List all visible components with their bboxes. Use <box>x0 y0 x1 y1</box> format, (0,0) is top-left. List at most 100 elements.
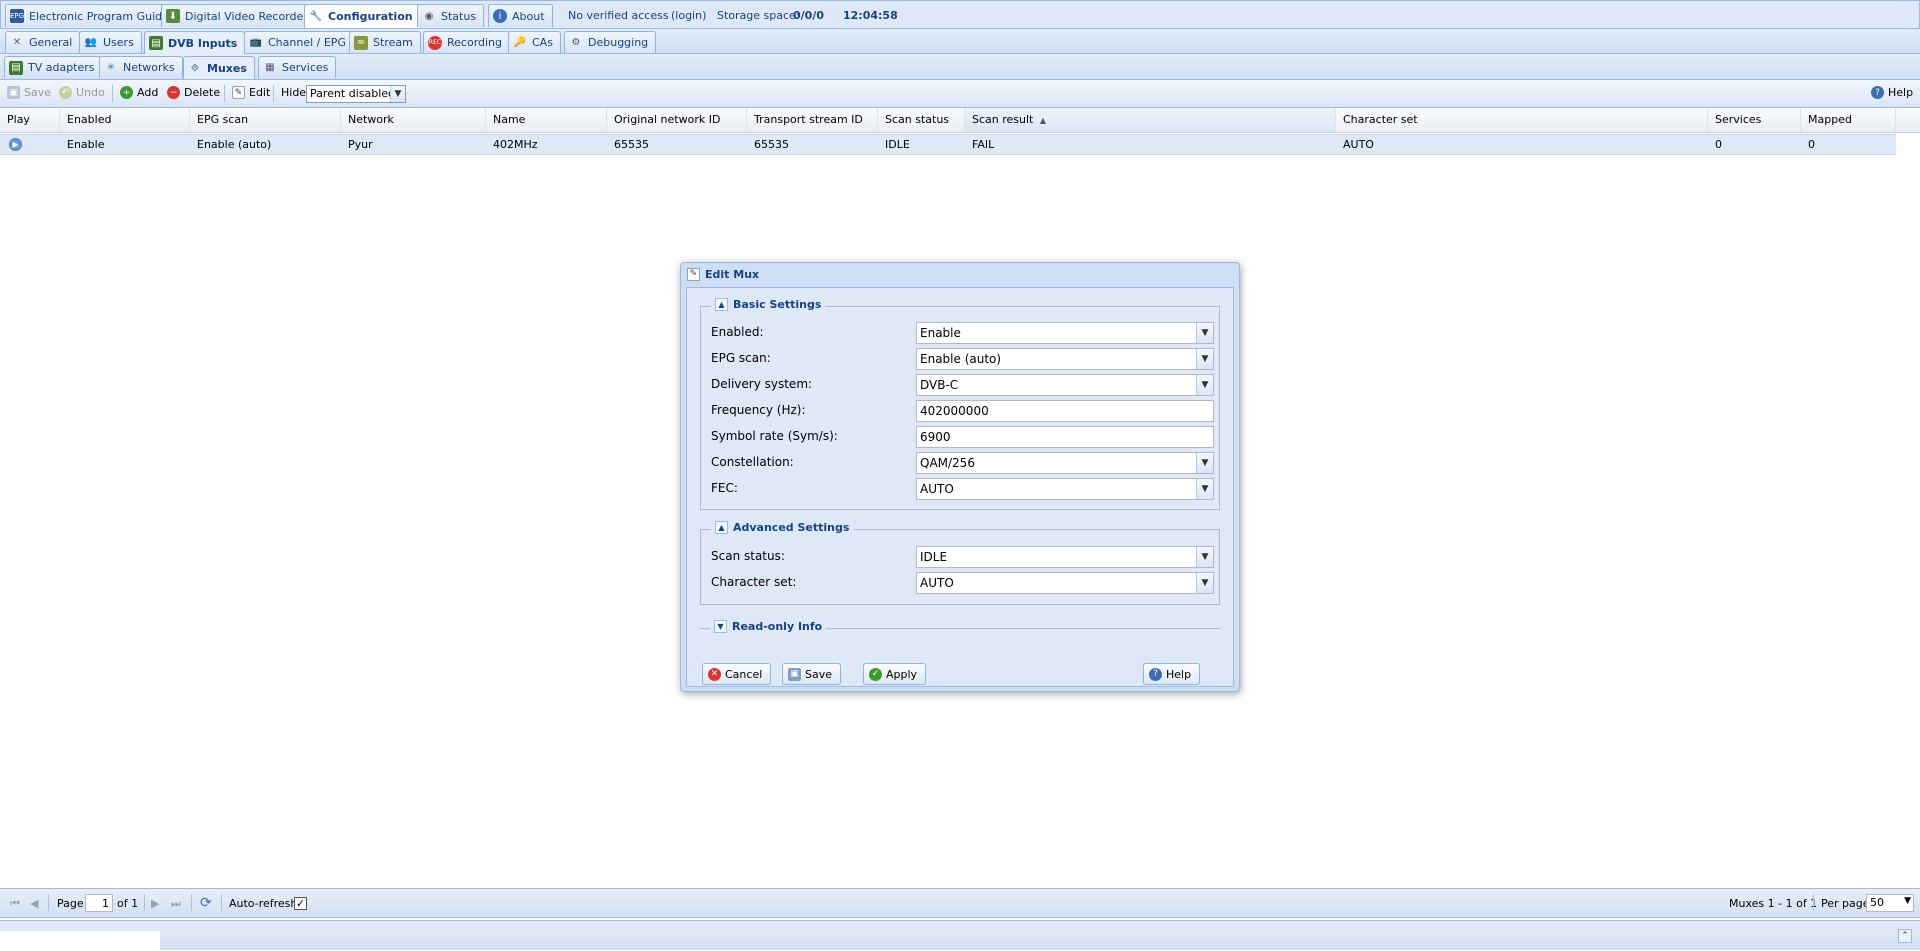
tab-stream[interactable]: ≈ Stream <box>349 31 421 53</box>
tab-dvb-inputs[interactable]: ▤ DVB Inputs <box>144 31 246 54</box>
add-button[interactable]: + Add <box>120 86 158 99</box>
tab-about[interactable]: i About <box>488 4 553 27</box>
cell-original-network-id: 65535 <box>614 138 649 151</box>
cancel-icon: ✕ <box>708 667 721 681</box>
cancel-button[interactable]: ✕ Cancel <box>702 663 772 685</box>
readonly-info-legend[interactable]: ▼ Read-only Info <box>710 620 827 633</box>
column-header-original-network-id[interactable]: Original network ID <box>607 108 747 132</box>
dialog-header[interactable]: ✎ Edit Mux <box>681 263 1239 285</box>
basic-settings-legend[interactable]: ▲ Basic Settings <box>711 298 826 311</box>
chevron-down-icon[interactable]: ▼ <box>1196 573 1213 593</box>
column-header-epg-scan[interactable]: EPG scan <box>190 108 341 132</box>
field-value: 402000000 <box>920 404 989 418</box>
chevron-down-icon[interactable]: ▼ <box>1904 896 1911 906</box>
column-header-name[interactable]: Name <box>486 108 607 132</box>
scan-status-select[interactable]: IDLE ▼ <box>916 546 1214 568</box>
advanced-settings-legend[interactable]: ▲ Advanced Settings <box>711 521 854 534</box>
help-button[interactable]: ? Help <box>1871 86 1913 99</box>
bug-icon: ⚙ <box>571 37 581 48</box>
column-header-scan-status[interactable]: Scan status <box>878 108 965 132</box>
clock: 12:04:58 <box>843 9 898 22</box>
field-label: Delivery system: <box>711 377 813 391</box>
info-icon: i <box>493 9 507 23</box>
prev-page-icon[interactable]: ◀ <box>30 897 38 910</box>
tab-debugging[interactable]: ⚙ Debugging <box>564 31 657 53</box>
tab-recording[interactable]: REC Recording <box>423 31 511 53</box>
chevron-down-icon[interactable]: ▼ <box>1196 323 1213 343</box>
page-input[interactable] <box>85 894 113 912</box>
constellation-select[interactable]: QAM/256 ▼ <box>916 452 1214 474</box>
tab-channel-epg[interactable]: 📺 Channel / EPG <box>244 31 354 53</box>
field-character-set: Character set: AUTO ▼ <box>711 572 1219 594</box>
tab-users[interactable]: 👥 Users <box>79 31 142 53</box>
tab-dvr[interactable]: ⬇ Digital Video Recorder <box>161 4 316 27</box>
chevron-down-icon[interactable]: ▼ <box>1196 349 1213 369</box>
collapse-icon[interactable]: ▲ <box>715 521 728 534</box>
field-label: EPG scan: <box>711 351 771 365</box>
tab-networks[interactable]: ✳ Networks <box>99 56 183 78</box>
epg-icon: EPG <box>10 9 24 23</box>
enabled-select[interactable]: Enable ▼ <box>916 322 1214 344</box>
delivery-system-select[interactable]: DVB-C ▼ <box>916 374 1214 396</box>
page-label: Page <box>57 897 84 910</box>
save-button[interactable]: ▣ Save <box>7 86 51 99</box>
column-header-play[interactable]: Play <box>0 108 60 132</box>
column-header-transport-stream-id[interactable]: Transport stream ID <box>747 108 878 132</box>
save-button[interactable]: ▣ Save <box>782 663 842 685</box>
field-symbol-rate: Symbol rate (Sym/s): 6900 <box>711 426 1219 448</box>
next-page-icon[interactable]: ▶ <box>151 897 159 910</box>
tab-configuration[interactable]: 🔧 Configuration <box>304 4 421 28</box>
field-value: Enable (auto) <box>920 352 1002 366</box>
undo-button[interactable]: ↶ Undo <box>59 86 105 99</box>
login-link[interactable]: (login) <box>671 9 706 22</box>
table-row[interactable]: ▶ Enable Enable (auto) Pyur 402MHz 65535… <box>0 134 1896 155</box>
character-set-select[interactable]: AUTO ▼ <box>916 572 1214 594</box>
fec-select[interactable]: AUTO ▼ <box>916 478 1214 500</box>
expand-icon[interactable]: ▼ <box>714 620 727 633</box>
chevron-down-icon[interactable]: ▼ <box>1196 479 1213 499</box>
column-header-network[interactable]: Network <box>341 108 486 132</box>
tab-status[interactable]: ◉ Status <box>417 4 485 27</box>
toolbar-separator <box>48 894 49 911</box>
frequency-input[interactable]: 402000000 <box>916 400 1214 422</box>
tab-services[interactable]: ▦ Services <box>258 56 337 78</box>
per-page-select[interactable]: 50 ▼ <box>1866 894 1914 912</box>
tab-tv-adapters[interactable]: ▤ TV adapters <box>4 56 103 78</box>
edit-button[interactable]: ✎ Edit <box>232 86 270 99</box>
chevron-down-icon[interactable]: ▼ <box>1196 547 1213 567</box>
column-header-character-set[interactable]: Character set <box>1336 108 1708 132</box>
chevron-down-icon[interactable]: ▼ <box>390 86 405 102</box>
card-icon: ▤ <box>149 36 163 50</box>
epg-scan-select[interactable]: Enable (auto) ▼ <box>916 348 1214 370</box>
tab-label: Digital Video Recorder <box>185 9 308 23</box>
play-icon[interactable]: ▶ <box>9 138 22 151</box>
cell-scan-result: FAIL <box>972 138 995 151</box>
undo-icon: ↶ <box>59 86 72 99</box>
column-header-enabled[interactable]: Enabled <box>60 108 190 132</box>
last-page-icon[interactable]: ⏭ <box>171 897 181 911</box>
chevron-down-icon[interactable]: ▼ <box>1196 375 1213 395</box>
cancel-label: Cancel <box>725 667 763 681</box>
column-header-mapped[interactable]: Mapped <box>1801 108 1896 132</box>
help-button[interactable]: ? Help <box>1143 663 1201 685</box>
sort-ascending-icon: ▲ <box>1039 116 1047 125</box>
collapse-up-icon[interactable]: ⌃ <box>1898 929 1912 943</box>
column-header-scan-result[interactable]: Scan result ▲ <box>965 108 1336 132</box>
apply-button[interactable]: ✓ Apply <box>863 663 927 685</box>
field-value: AUTO <box>920 482 954 496</box>
tab-general[interactable]: ✕ General <box>5 31 81 53</box>
toolbar-separator <box>191 894 192 911</box>
refresh-icon[interactable]: ⟳ <box>200 895 212 911</box>
top-tab-bar: EPG Electronic Program Guide ⬇ Digital V… <box>0 0 1920 29</box>
column-header-services[interactable]: Services <box>1708 108 1801 132</box>
tab-cas[interactable]: 🔑 CAs <box>508 31 561 53</box>
first-page-icon[interactable]: ⏮ <box>10 897 20 911</box>
auto-refresh-checkbox[interactable]: ✓ <box>294 897 307 910</box>
tab-epg[interactable]: EPG Electronic Program Guide <box>5 4 177 27</box>
hide-select[interactable]: Parent disabled ▼ <box>306 85 406 103</box>
tab-muxes[interactable]: ⟐ Muxes <box>183 56 255 79</box>
delete-button[interactable]: − Delete <box>167 86 220 99</box>
chevron-down-icon[interactable]: ▼ <box>1196 453 1213 473</box>
symbol-rate-input[interactable]: 6900 <box>916 426 1214 448</box>
collapse-icon[interactable]: ▲ <box>715 298 728 311</box>
